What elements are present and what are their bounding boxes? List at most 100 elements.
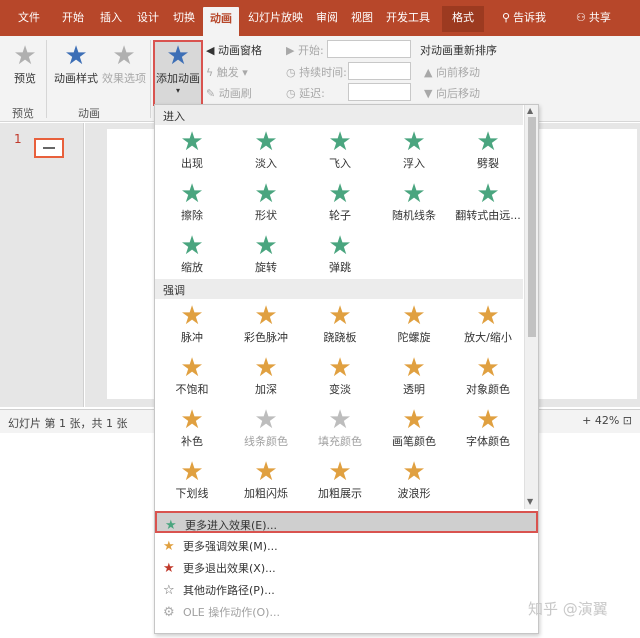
animation-pane-button[interactable]: ◀ 动画窗格	[206, 42, 262, 58]
start-dropdown[interactable]	[327, 40, 411, 58]
scrollbar-thumb[interactable]	[528, 117, 536, 337]
zoom-control[interactable]: + 42% ⊡	[582, 414, 632, 427]
emphasis-effect[interactable]: ★ 不饱和	[155, 353, 229, 405]
star-icon: ★	[180, 405, 204, 435]
delay-field[interactable]	[348, 83, 411, 101]
emphasis-effect[interactable]: ★ 脉冲	[155, 301, 229, 353]
move-earlier-button[interactable]: ▲ 向前移动	[424, 64, 480, 80]
delay-label: ◷ 延迟:	[286, 85, 325, 101]
emphasis-effect[interactable]: ★ 补色	[155, 405, 229, 457]
entrance-effect[interactable]: ★ 飞入	[303, 127, 377, 179]
animation-painter-button[interactable]: ✎ 动画刷	[206, 85, 252, 101]
emphasis-effect[interactable]: ★ 放大/缩小	[451, 301, 525, 353]
duration-field[interactable]	[348, 62, 411, 80]
emphasis-effect[interactable]: ★ 加深	[229, 353, 303, 405]
entrance-effect[interactable]: ★ 浮入	[377, 127, 451, 179]
ole-action-label: OLE 操作动作(O)...	[183, 606, 280, 619]
tab-file[interactable]: 文件	[18, 9, 40, 25]
tab-slideshow[interactable]: 幻灯片放映	[248, 9, 303, 25]
entrance-effect-label: 形状	[255, 209, 277, 222]
emphasis-effect[interactable]: ★ 波浪形	[377, 457, 451, 509]
tab-insert[interactable]: 插入	[100, 9, 122, 25]
entrance-effect-label: 翻转式由远...	[455, 209, 521, 222]
entrance-effect-label: 旋转	[255, 261, 277, 274]
tab-developer[interactable]: 开发工具	[386, 9, 430, 25]
more-entrance-effects[interactable]: ★ 更多进入效果(E)...	[155, 511, 538, 533]
emphasis-effect[interactable]: ★ 线条颜色	[229, 405, 303, 457]
more-emphasis-effects[interactable]: ★ 更多强调效果(M)...	[155, 534, 538, 556]
star-icon: ★	[64, 41, 88, 71]
entrance-effect[interactable]: ★ 淡入	[229, 127, 303, 179]
scroll-down-icon[interactable]: ▼	[527, 497, 533, 506]
animation-style-button[interactable]: ★ 动画样式	[52, 42, 100, 86]
other-motion-paths[interactable]: ☆ 其他动作路径(P)...	[155, 578, 538, 600]
emphasis-effect-label: 放大/缩小	[464, 331, 512, 344]
entrance-effect[interactable]: ★ 擦除	[155, 179, 229, 231]
emphasis-effect[interactable]: ★ 字体颜色	[451, 405, 525, 457]
emphasis-effect[interactable]: ★ 对象颜色	[451, 353, 525, 405]
tell-me-button[interactable]: ⚲ 告诉我	[502, 9, 546, 25]
emphasis-effect[interactable]: ★ 跷跷板	[303, 301, 377, 353]
tab-view[interactable]: 视图	[351, 9, 373, 25]
star-outline-icon: ☆	[163, 583, 175, 598]
trigger-button[interactable]: ϟ 触发 ▾	[206, 64, 248, 80]
emphasis-effect[interactable]: ★ 下划线	[155, 457, 229, 509]
entrance-effect[interactable]: ★ 劈裂	[451, 127, 525, 179]
effect-options-button[interactable]: ★ 效果选项	[100, 42, 148, 86]
emphasis-effect[interactable]: ★ 陀螺旋	[377, 301, 451, 353]
star-icon: ★	[180, 457, 204, 487]
entrance-effect[interactable]: ★ 随机线条	[377, 179, 451, 231]
tab-review[interactable]: 审阅	[316, 9, 338, 25]
star-icon: ★	[112, 41, 136, 71]
star-icon: ★	[180, 179, 204, 209]
lightning-icon: ϟ	[206, 66, 217, 79]
emphasis-effect-label: 不饱和	[175, 383, 209, 396]
emphasis-effect[interactable]: ★ 透明	[377, 353, 451, 405]
animation-pane-label: 动画窗格	[217, 44, 262, 57]
more-exit-effects[interactable]: ★ 更多退出效果(X)...	[155, 556, 538, 578]
ole-action-verbs[interactable]: ⚙ OLE 操作动作(O)...	[155, 600, 538, 622]
star-icon: ★	[180, 231, 204, 261]
person-icon: ⚇	[576, 11, 586, 24]
move-earlier-label: 向前移动	[435, 66, 480, 79]
preview-button[interactable]: ★ 预览	[8, 42, 42, 86]
entrance-effect[interactable]: ★ 形状	[229, 179, 303, 231]
entrance-effect[interactable]: ★ 翻转式由远...	[451, 179, 525, 231]
emphasis-effect[interactable]: ★ 加粗展示	[303, 457, 377, 509]
tell-me-label: 告诉我	[513, 11, 547, 24]
entrance-effect[interactable]: ★ 缩放	[155, 231, 229, 283]
emphasis-effect-label: 变淡	[329, 383, 351, 396]
delay-text: 延迟:	[299, 87, 325, 100]
emphasis-effect[interactable]: ★ 画笔颜色	[377, 405, 451, 457]
emphasis-effect-label: 加深	[255, 383, 277, 396]
star-icon: ★	[476, 127, 500, 157]
tab-home[interactable]: 开始	[62, 9, 84, 25]
play-icon: ▶	[286, 44, 298, 57]
share-button[interactable]: ⚇ 共享	[576, 9, 611, 25]
move-later-button[interactable]: ▼ 向后移动	[424, 85, 480, 101]
preview-label: 预览	[14, 72, 36, 85]
entrance-effect[interactable]: ★ 轮子	[303, 179, 377, 231]
start-label: ▶ 开始:	[286, 42, 324, 58]
entrance-effect-label: 飞入	[329, 157, 351, 170]
scroll-up-icon[interactable]: ▲	[527, 106, 533, 115]
emphasis-effect[interactable]: ★ 彩色脉冲	[229, 301, 303, 353]
entrance-effect[interactable]: ★ 弹跳	[303, 231, 377, 283]
entrance-effect[interactable]: ★ 出现	[155, 127, 229, 179]
gallery-scrollbar[interactable]: ▲ ▼	[524, 105, 538, 509]
emphasis-effect[interactable]: ★ 变淡	[303, 353, 377, 405]
tab-format[interactable]: 格式	[442, 6, 484, 32]
emphasis-effect[interactable]: ★ 填充颜色	[303, 405, 377, 457]
star-icon: ★	[476, 405, 500, 435]
tab-design[interactable]: 设计	[137, 9, 159, 25]
star-icon: ★	[328, 127, 352, 157]
emphasis-effect-label: 线条颜色	[244, 435, 288, 448]
emphasis-effect-label: 画笔颜色	[392, 435, 436, 448]
entrance-effect[interactable]: ★ 旋转	[229, 231, 303, 283]
tab-animations[interactable]: 动画	[203, 7, 239, 36]
tab-transitions[interactable]: 切换	[173, 9, 195, 25]
slide-number: 1	[14, 132, 22, 146]
emphasis-effect[interactable]: ★ 加粗闪烁	[229, 457, 303, 509]
slide-thumbnail[interactable]	[34, 138, 64, 158]
star-icon: ★	[180, 353, 204, 383]
